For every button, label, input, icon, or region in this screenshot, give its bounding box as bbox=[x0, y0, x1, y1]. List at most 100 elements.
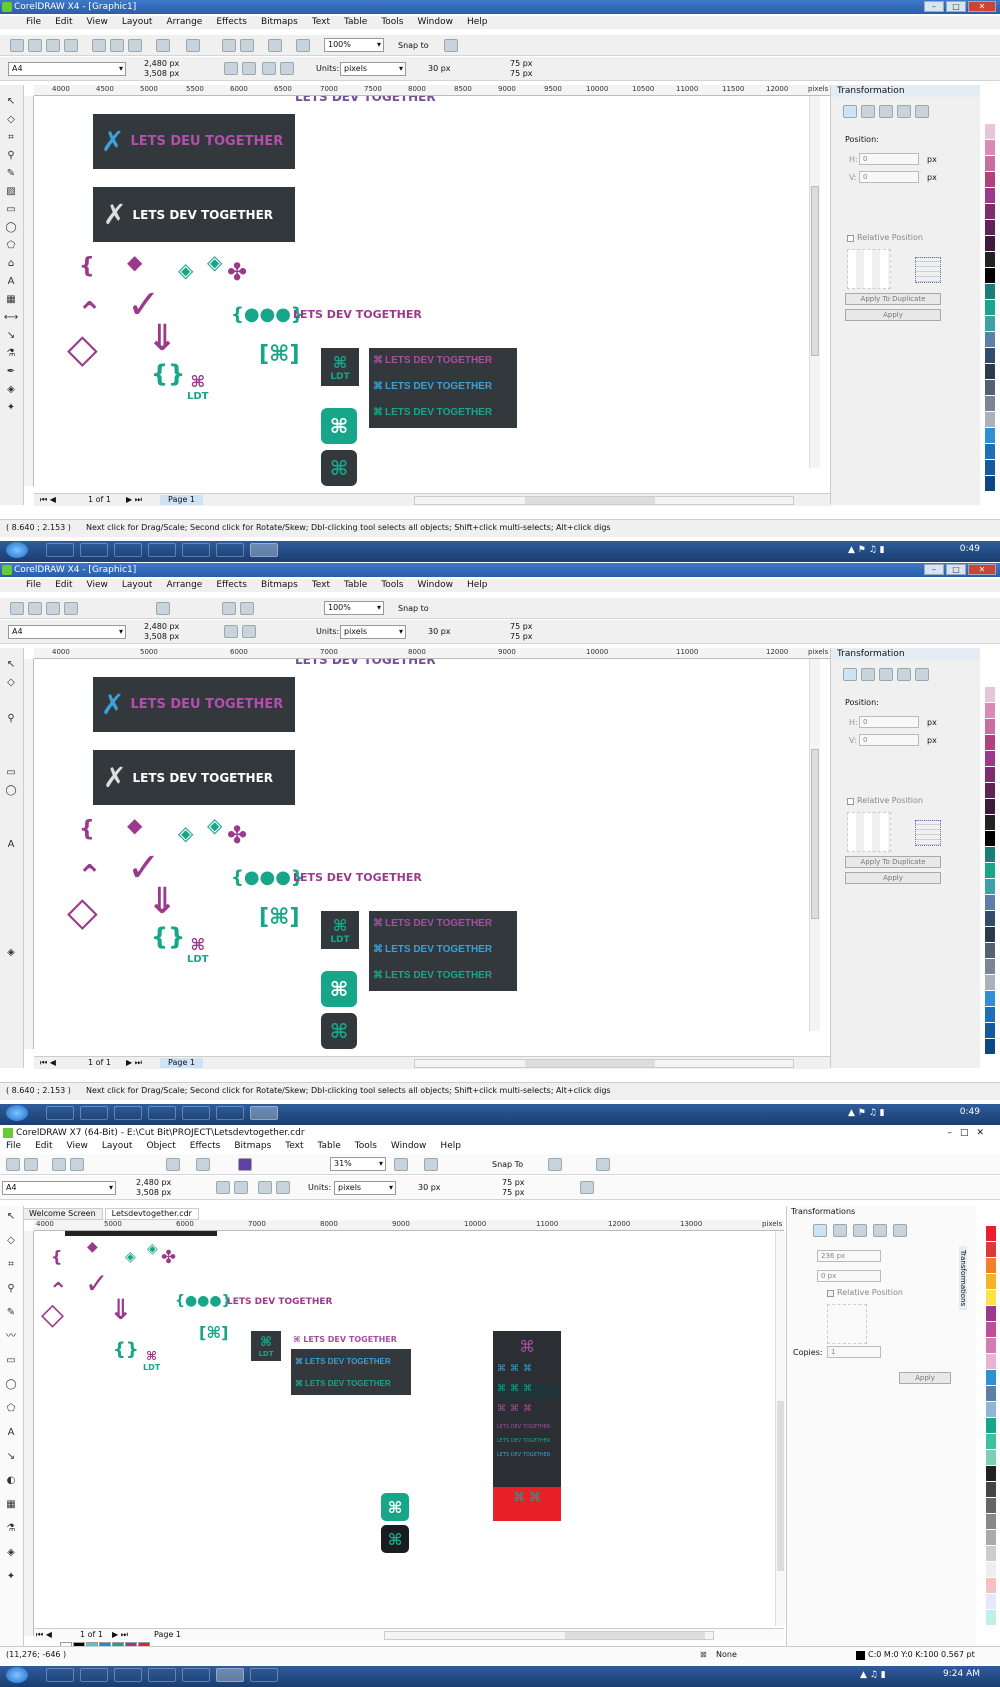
fill-tool-icon[interactable]: ◈ bbox=[3, 383, 19, 396]
taskbar-photoshop[interactable] bbox=[114, 1106, 142, 1120]
taskbar-chrome[interactable] bbox=[148, 1106, 176, 1120]
palette-swatch[interactable] bbox=[985, 380, 995, 396]
palette-swatch[interactable] bbox=[986, 1610, 996, 1626]
pick-tool-icon[interactable]: ↖ bbox=[3, 658, 19, 671]
menu-window[interactable]: Window bbox=[417, 579, 453, 592]
crop-tool-icon[interactable]: ⌗ bbox=[3, 1258, 19, 1271]
menu-effects[interactable]: Effects bbox=[216, 579, 247, 592]
palette-swatch[interactable] bbox=[985, 124, 995, 140]
brace-glyph[interactable]: {} bbox=[113, 1339, 139, 1360]
app-launcher-icon[interactable] bbox=[268, 39, 282, 52]
menu-window[interactable]: Window bbox=[417, 16, 453, 29]
palette-swatch[interactable] bbox=[985, 895, 995, 911]
landscape-icon[interactable] bbox=[234, 1181, 248, 1194]
nudge-field[interactable]: 30 px bbox=[428, 64, 451, 74]
duplicate-y-field[interactable]: 75 px bbox=[510, 632, 533, 642]
ldt-square-teal[interactable]: ⌘ bbox=[321, 971, 357, 1007]
start-button[interactable] bbox=[6, 1105, 28, 1121]
fill-tool-icon[interactable]: ◈ bbox=[3, 1546, 19, 1559]
diamond-arrows-glyph[interactable]: ◈ bbox=[125, 1249, 136, 1265]
taskbar-explorer[interactable] bbox=[46, 1668, 74, 1682]
taskbar-firefox[interactable] bbox=[114, 1668, 142, 1682]
palette-swatch[interactable] bbox=[986, 1578, 996, 1594]
duplicate-y-field[interactable]: 75 px bbox=[502, 1188, 525, 1198]
current-page-icon[interactable] bbox=[276, 1181, 290, 1194]
frame-glyph[interactable]: [⌘] bbox=[259, 342, 300, 367]
units-combo[interactable]: pixels bbox=[340, 625, 406, 639]
save-icon[interactable] bbox=[46, 602, 60, 615]
brace-glyph[interactable]: {} bbox=[151, 360, 185, 388]
taskbar-coreldraw[interactable] bbox=[250, 1106, 278, 1120]
menu-file[interactable]: File bbox=[6, 1140, 21, 1153]
menu-effects[interactable]: Effects bbox=[216, 16, 247, 29]
palette-swatch[interactable] bbox=[985, 316, 995, 332]
diamond-outline-glyph[interactable]: ◇ bbox=[67, 889, 98, 935]
options-icon[interactable] bbox=[548, 1158, 562, 1171]
v-field[interactable]: 0 bbox=[859, 734, 919, 746]
horizontal-ruler[interactable]: 4000 4500 5000 5500 6000 6500 7000 7500 … bbox=[34, 85, 830, 96]
drawing-canvas[interactable]: LETS DEV TOGETHER ✗ LETS DEU TOGETHER ✗ … bbox=[35, 659, 820, 1049]
position-mode-icon[interactable] bbox=[813, 1224, 827, 1237]
docker-side-tab[interactable]: Transformations bbox=[959, 1246, 967, 1311]
diamond-glyph[interactable]: ◆ bbox=[127, 813, 142, 837]
palette-swatch[interactable] bbox=[985, 476, 995, 492]
vertical-ruler[interactable] bbox=[24, 1231, 34, 1636]
rotate-mode-icon[interactable] bbox=[861, 105, 875, 118]
mono-logo[interactable]: ✗ LETS DEV TOGETHER bbox=[93, 187, 295, 242]
blend-tool-icon[interactable]: ◐ bbox=[3, 1474, 19, 1487]
anchor-grid[interactable] bbox=[847, 249, 891, 289]
menu-bitmaps[interactable]: Bitmaps bbox=[261, 16, 298, 29]
palette-swatch[interactable] bbox=[985, 108, 995, 124]
snap-to-menu[interactable]: Snap To bbox=[492, 1160, 523, 1170]
ldt-square-teal[interactable]: ⌘ bbox=[321, 408, 357, 444]
diamond-arrows-glyph[interactable]: ◈ bbox=[178, 258, 193, 282]
palette-swatch[interactable] bbox=[985, 140, 995, 156]
page-tab[interactable]: Page 1 bbox=[154, 1630, 181, 1640]
text-tool-icon[interactable]: A bbox=[3, 1426, 19, 1439]
pick-tool-icon[interactable]: ↖ bbox=[3, 95, 19, 108]
menu-view[interactable]: View bbox=[87, 579, 108, 592]
menu-help[interactable]: Help bbox=[467, 16, 488, 29]
menu-file[interactable]: File bbox=[26, 579, 41, 592]
skew-mode-icon[interactable] bbox=[893, 1224, 907, 1237]
palette-swatch[interactable] bbox=[986, 1370, 996, 1386]
export-icon[interactable] bbox=[240, 39, 254, 52]
diamond-arrows-glyph[interactable]: ◈ bbox=[178, 821, 193, 845]
snap-to-menu[interactable]: Snap to bbox=[398, 604, 429, 614]
h-field[interactable]: 0 bbox=[859, 153, 919, 165]
menu-text[interactable]: Text bbox=[312, 579, 330, 592]
palette-swatch[interactable] bbox=[985, 444, 995, 460]
taskbar-explorer[interactable] bbox=[46, 1106, 74, 1120]
palette-swatch[interactable] bbox=[985, 751, 995, 767]
full-screen-icon[interactable] bbox=[394, 1158, 408, 1171]
relative-position-checkbox[interactable] bbox=[847, 798, 854, 805]
menu-layout[interactable]: Layout bbox=[122, 579, 153, 592]
save-icon[interactable] bbox=[52, 1158, 66, 1171]
drawing-canvas[interactable]: { ◆ ◈ ◈ ✤ ⌃ ✓ ◇ ⇓ {●●●} LETS DEV TOGETHE… bbox=[35, 1231, 785, 1626]
polygon-tool-icon[interactable]: ⬠ bbox=[3, 239, 19, 252]
zoom-combo[interactable]: 100% bbox=[324, 38, 384, 52]
arrow-down-glyph[interactable]: ⇓ bbox=[109, 1293, 132, 1326]
eyedropper-tool-icon[interactable]: ⚗ bbox=[3, 347, 19, 360]
taskbar-firefox[interactable] bbox=[80, 1106, 108, 1120]
open-icon[interactable] bbox=[28, 39, 42, 52]
size-mode-icon[interactable] bbox=[897, 668, 911, 681]
rectangle-tool-icon[interactable]: ▭ bbox=[3, 766, 19, 779]
new-icon[interactable] bbox=[10, 39, 24, 52]
apply-to-duplicate-button[interactable]: Apply To Duplicate bbox=[845, 856, 941, 868]
menu-help[interactable]: Help bbox=[440, 1140, 461, 1153]
menu-view[interactable]: View bbox=[87, 16, 108, 29]
palette-swatch[interactable] bbox=[986, 1290, 996, 1306]
scroll-thumb[interactable] bbox=[811, 186, 819, 356]
tab-document[interactable]: Letsdevtogether.cdr bbox=[104, 1208, 199, 1220]
vertical-scrollbar[interactable] bbox=[775, 1231, 785, 1626]
menu-window[interactable]: Window bbox=[391, 1140, 427, 1153]
palette-swatch[interactable] bbox=[985, 188, 995, 204]
page-size-combo[interactable]: A4 bbox=[8, 62, 126, 76]
palette-swatch[interactable] bbox=[985, 204, 995, 220]
ldt-square-dark[interactable]: ⌘ LDT bbox=[321, 348, 359, 386]
close-button[interactable]: ✕ bbox=[968, 1, 996, 12]
page-tab[interactable]: Page 1 bbox=[160, 495, 203, 505]
palette-swatch[interactable] bbox=[985, 460, 995, 476]
palette-swatch[interactable] bbox=[986, 1594, 996, 1610]
